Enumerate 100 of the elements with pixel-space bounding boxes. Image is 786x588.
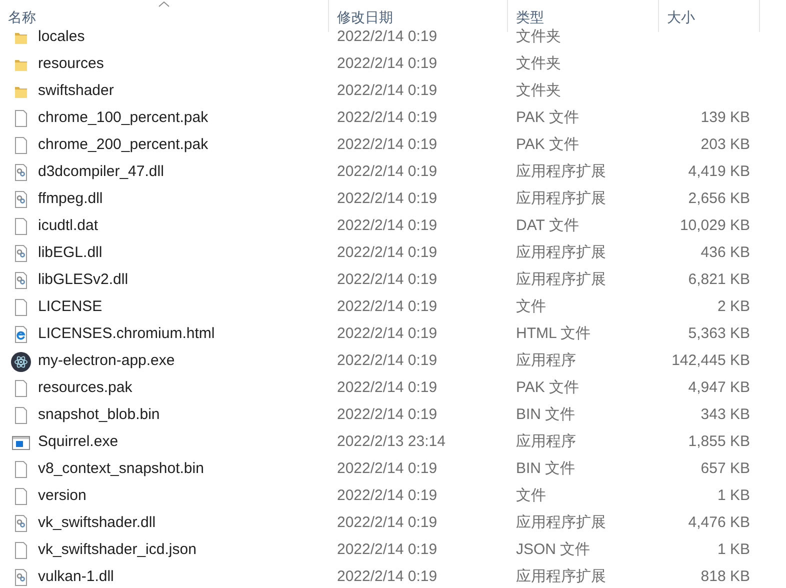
file-size: 2 KB (717, 297, 750, 318)
file-type: 应用程序 (516, 433, 576, 450)
modified-date: 2022/2/14 0:19 (337, 460, 438, 478)
file-type: 应用程序扩展 (516, 514, 606, 532)
file-type: BIN 文件 (516, 460, 576, 478)
file-name[interactable]: icudtl.dat (38, 215, 98, 238)
folder-icon (14, 58, 28, 72)
modified-date: 2022/2/14 0:19 (337, 271, 438, 288)
file-size: 818 KB (700, 567, 750, 588)
file-type: 文件夹 (516, 55, 561, 72)
file-size: 1 KB (717, 486, 750, 506)
file-name[interactable]: resources.pak (38, 377, 132, 400)
file-size: 1,855 KB (688, 432, 750, 452)
file-name[interactable]: version (38, 485, 86, 508)
file-size: 4,419 KB (688, 162, 750, 182)
file-type: 文件 (516, 487, 546, 504)
file-icon (14, 407, 28, 424)
modified-date: 2022/2/14 0:19 (337, 352, 438, 370)
file-icon (14, 488, 28, 505)
modified-date: 2022/2/14 0:19 (337, 136, 438, 154)
file-name[interactable]: LICENSES.chromium.html (38, 323, 215, 346)
modified-date: 2022/2/14 0:19 (337, 487, 438, 504)
file-type: DAT 文件 (516, 217, 579, 234)
atom-app-icon (11, 352, 31, 372)
modified-date: 2022/2/14 0:19 (337, 190, 438, 208)
file-type: JSON 文件 (516, 541, 590, 558)
file-type: 应用程序扩展 (516, 271, 606, 288)
column-header[interactable]: 大小 (667, 7, 695, 28)
file-type: BIN 文件 (516, 406, 576, 424)
modified-date: 2022/2/14 0:19 (337, 217, 438, 234)
file-icon (14, 299, 28, 316)
file-name[interactable]: vk_swiftshader_icd.json (38, 539, 196, 562)
file-type: PAK 文件 (516, 136, 580, 154)
file-icon (14, 380, 28, 397)
file-name[interactable]: ffmpeg.dll (38, 188, 103, 211)
file-name[interactable]: v8_context_snapshot.bin (38, 458, 204, 481)
modified-date: 2022/2/14 0:19 (337, 244, 438, 262)
gear-file-icon (14, 191, 28, 208)
modified-date: 2022/2/14 0:19 (337, 298, 438, 316)
gear-file-icon (14, 515, 28, 532)
modified-date: 2022/2/14 0:19 (337, 55, 438, 72)
modified-date: 2022/2/14 0:19 (337, 406, 438, 424)
file-type: 应用程序扩展 (516, 163, 606, 180)
file-name[interactable]: resources (38, 53, 104, 76)
file-name[interactable]: chrome_100_percent.pak (38, 107, 208, 130)
file-type: 应用程序 (516, 352, 576, 370)
file-size: 4,476 KB (688, 513, 750, 534)
modified-date: 2022/2/14 0:19 (337, 28, 438, 46)
file-name[interactable]: snapshot_blob.bin (38, 404, 160, 427)
file-icon (14, 110, 28, 127)
gear-file-icon (14, 272, 28, 289)
file-size: 657 KB (700, 459, 750, 480)
file-size: 203 KB (700, 135, 750, 156)
file-name[interactable]: my-electron-app.exe (38, 350, 175, 373)
file-name[interactable]: locales (38, 26, 85, 49)
file-name[interactable]: libEGL.dll (38, 242, 102, 265)
modified-date: 2022/2/14 0:19 (337, 109, 438, 126)
file-size: 1 KB (717, 540, 750, 560)
file-name[interactable]: libGLESv2.dll (38, 269, 128, 292)
file-size: 6,821 KB (688, 270, 750, 290)
file-size: 436 KB (700, 243, 750, 264)
file-name[interactable]: chrome_200_percent.pak (38, 134, 208, 157)
folder-icon (14, 30, 28, 44)
file-size: 142,445 KB (672, 351, 750, 372)
file-type: HTML 文件 (516, 325, 590, 342)
file-name[interactable]: vulkan-1.dll (38, 566, 114, 588)
modified-date: 2022/2/14 0:19 (337, 379, 438, 396)
file-icon (14, 137, 28, 154)
file-size: 139 KB (700, 108, 750, 128)
file-type: PAK 文件 (516, 379, 580, 396)
column-header[interactable]: 修改日期 (337, 7, 393, 28)
file-icon (14, 542, 28, 559)
file-type: 应用程序扩展 (516, 568, 606, 586)
modified-date: 2022/2/14 0:19 (337, 514, 438, 532)
file-name[interactable]: LICENSE (38, 296, 102, 319)
column-header[interactable]: 名称 (8, 7, 36, 28)
file-size: 2,656 KB (688, 189, 750, 210)
gear-file-icon (14, 164, 28, 181)
file-icon (14, 218, 28, 235)
file-name[interactable]: vk_swiftshader.dll (38, 512, 156, 535)
column-header[interactable]: 类型 (516, 7, 544, 28)
file-size: 10,029 KB (680, 216, 750, 236)
file-size: 343 KB (700, 405, 750, 426)
file-size: 5,363 KB (688, 324, 750, 344)
folder-icon (14, 84, 28, 98)
file-name[interactable]: d3dcompiler_47.dll (38, 161, 164, 184)
file-type: 文件夹 (516, 28, 561, 46)
sort-caret-icon (158, 1, 170, 7)
modified-date: 2022/2/14 0:19 (337, 541, 438, 558)
file-type: 应用程序扩展 (516, 190, 606, 208)
modified-date: 2022/2/14 0:19 (337, 82, 438, 100)
modified-date: 2022/2/14 0:19 (337, 325, 438, 342)
file-name[interactable]: swiftshader (38, 80, 114, 103)
file-type: 文件 (516, 298, 546, 316)
modified-date: 2022/2/14 0:19 (337, 163, 438, 180)
file-type: 文件夹 (516, 82, 561, 100)
modified-date: 2022/2/14 0:19 (337, 568, 438, 586)
browser-file-icon (14, 326, 28, 343)
file-type: 应用程序扩展 (516, 244, 606, 262)
file-name[interactable]: Squirrel.exe (38, 431, 118, 454)
